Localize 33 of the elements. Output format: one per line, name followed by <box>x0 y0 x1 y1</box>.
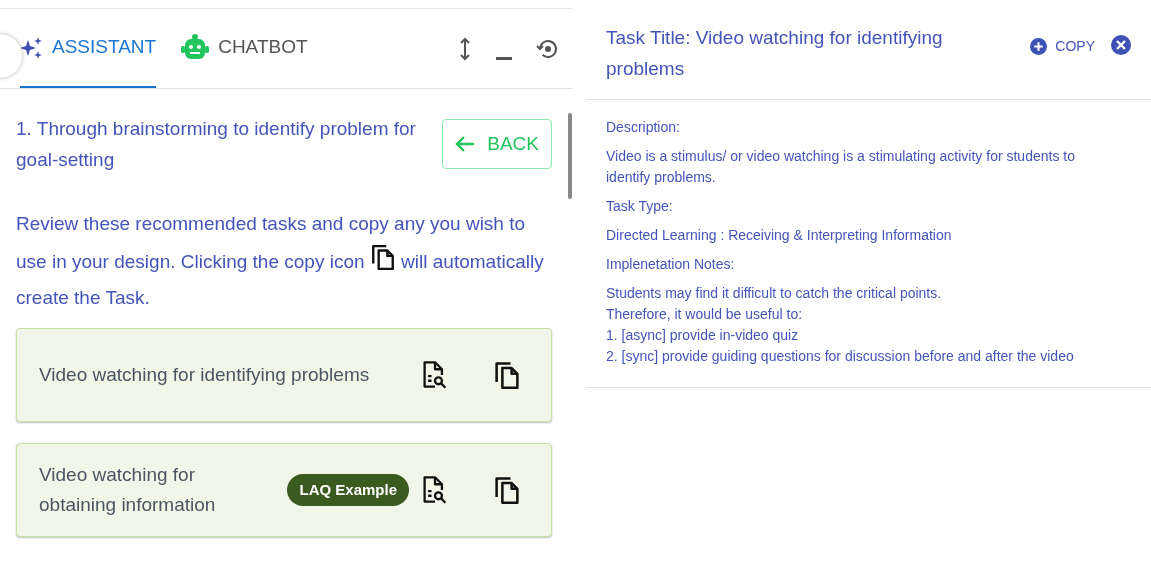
arrow-left-icon <box>455 135 476 153</box>
section-label: Description: <box>606 118 681 137</box>
tab[interactable]: ASSISTANT <box>20 9 157 88</box>
vertical-resize-icon[interactable] <box>458 36 472 61</box>
scrollbar[interactable] <box>568 113 572 199</box>
section-text: Video is a stimulus/ or video watching is a stimulating activity for students to identify problems. <box>606 147 1076 187</box>
copy-button[interactable]: COPY <box>1030 36 1095 57</box>
close-icon[interactable] <box>1111 35 1131 55</box>
minimize-icon[interactable] <box>496 56 512 61</box>
section-text: 1. [async] provide in-video quiz <box>606 326 800 345</box>
robot-icon <box>180 33 211 62</box>
task-title: Video watching for identifying problems <box>39 363 371 387</box>
task-card[interactable]: Video watching for identifying problems <box>16 328 552 422</box>
section-label: Implenetation Notes: <box>606 255 736 274</box>
section-text: Therefore, it would be useful to: <box>606 305 804 324</box>
example-badge: LAQ Example <box>287 474 409 506</box>
instructions-text: Review these recommended tasks and copy any you wish to use in your design. Clicking the copy icon will automatically create the Task. <box>16 212 545 310</box>
section-text: Students may find it difficult to catch the critical points. <box>606 284 943 303</box>
document-search-icon[interactable] <box>421 475 449 505</box>
tab[interactable]: CHATBOT <box>180 9 308 88</box>
section-label: Task Type: <box>606 197 674 216</box>
copy-icon[interactable] <box>493 360 521 390</box>
add-circle-icon <box>1030 38 1048 55</box>
task-detail-title: Task Title: Video watching for identifying problems <box>606 26 944 81</box>
document-search-icon[interactable] <box>421 360 449 390</box>
section-text: 2. [sync] provide guiding questions for discussion before and after the video <box>606 347 1075 366</box>
section-text: Directed Learning : Receiving & Interpreting Information <box>606 226 953 245</box>
task-card[interactable]: Video watching for obtaining information LAQ Example <box>16 443 552 537</box>
step-title: 1. Through brainstorming to identify problem for goal-setting <box>16 117 417 172</box>
task-title: Video watching for obtaining information <box>39 463 217 517</box>
sparkle-icon <box>20 35 44 60</box>
copy-icon[interactable] <box>493 475 521 505</box>
copy-icon <box>369 242 396 272</box>
